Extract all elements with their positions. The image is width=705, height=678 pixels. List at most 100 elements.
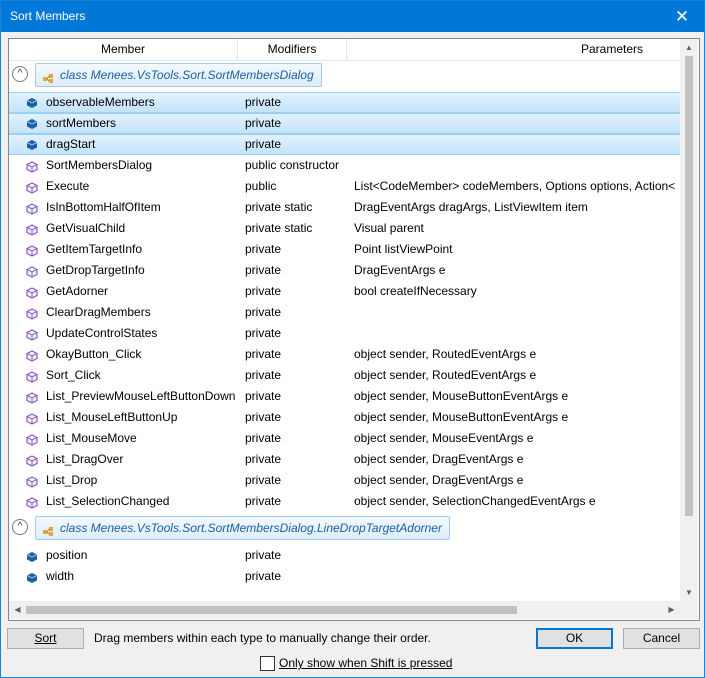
cancel-button[interactable]: Cancel [623, 628, 700, 649]
member-name: sortMembers [46, 116, 117, 130]
members-list[interactable]: Member Modifiers Parameters ^ class Menee… [8, 38, 700, 621]
column-header-modifiers[interactable]: Modifiers [238, 39, 347, 60]
collapse-chevron-icon[interactable]: ^ [12, 519, 28, 535]
member-row[interactable]: observableMembers private [9, 92, 680, 113]
field-icon [26, 549, 38, 562]
member-row[interactable]: List_MouseMove private object sender, Mous… [9, 428, 680, 449]
column-header: Member Modifiers Parameters [9, 39, 680, 61]
member-row[interactable]: position private [9, 545, 680, 566]
member-parameters: Visual parent [354, 221, 424, 235]
shift-only-checkbox-label[interactable]: Only show when Shift is pressed [279, 656, 452, 670]
method-icon [26, 222, 38, 236]
scroll-left-icon[interactable]: ◀ [9, 601, 26, 619]
scrollbar-corner [680, 601, 698, 619]
member-name: Sort_Click [46, 368, 101, 382]
vertical-scroll-thumb[interactable] [685, 56, 693, 516]
member-name: List_Drop [46, 473, 98, 487]
member-row[interactable]: SortMembersDialog public constructor [9, 155, 680, 176]
member-name: observableMembers [46, 95, 155, 109]
member-name: width [46, 569, 75, 583]
member-modifiers: private [245, 473, 282, 487]
window-title: Sort Members [10, 9, 86, 23]
sort-button[interactable]: Sort [7, 628, 84, 649]
member-row[interactable]: width private [9, 566, 680, 587]
close-icon[interactable]: ✕ [660, 1, 704, 32]
member-row[interactable]: sortMembers private [9, 113, 680, 134]
member-name: dragStart [46, 137, 96, 151]
horizontal-scrollbar[interactable]: ◀ ▶ [9, 601, 680, 619]
member-row[interactable]: Execute public List<CodeMember> codeMember… [9, 176, 680, 197]
member-modifiers: private [245, 347, 282, 361]
member-parameters: bool createIfNecessary [354, 284, 477, 298]
member-name: List_MouseLeftButtonUp [46, 410, 178, 424]
method-icon [26, 453, 38, 467]
class-icon [42, 69, 54, 83]
method-icon [26, 390, 38, 404]
member-name: GetDropTargetInfo [46, 263, 145, 277]
member-modifiers: private [245, 389, 282, 403]
member-row[interactable]: List_Drop private object sender, DragEvent… [9, 470, 680, 491]
member-modifiers: private [245, 569, 282, 583]
method-icon [26, 327, 38, 341]
method-icon [26, 159, 38, 173]
member-name: GetVisualChild [46, 221, 126, 235]
class-label: class Menees.VsTools.Sort.SortMembersDia… [35, 516, 450, 540]
member-modifiers: private static [245, 200, 313, 214]
class-group-header[interactable]: ^ class Menees.VsTools.Sort.SortMembersDi… [9, 61, 680, 89]
member-row[interactable]: List_DragOver private object sender, DragE… [9, 449, 680, 470]
method-icon [26, 306, 38, 320]
member-row[interactable]: GetVisualChild private static Visual paren… [9, 218, 680, 239]
member-row[interactable]: IsInBottomHalfOfItem private static DragEv… [9, 197, 680, 218]
scroll-up-icon[interactable]: ▲ [680, 39, 698, 56]
member-row[interactable]: OkayButton_Click private object sender, Ro… [9, 344, 680, 365]
member-modifiers: private [245, 95, 282, 109]
method-icon [26, 180, 38, 194]
member-name: List_SelectionChanged [46, 494, 170, 508]
horizontal-scroll-thumb[interactable] [26, 606, 517, 614]
member-modifiers: private [245, 263, 282, 277]
member-modifiers: private [245, 368, 282, 382]
member-name: OkayButton_Click [46, 347, 142, 361]
member-row[interactable]: UpdateControlStates private [9, 323, 680, 344]
member-modifiers: private static [245, 221, 313, 235]
column-header-member[interactable]: Member [9, 39, 238, 60]
member-row[interactable]: ClearDragMembers private [9, 302, 680, 323]
method-icon [26, 201, 38, 215]
class-group-header[interactable]: ^ class Menees.VsTools.Sort.SortMembersDi… [9, 514, 680, 542]
member-name: Execute [46, 179, 90, 193]
member-row[interactable]: List_MouseLeftButtonUp private object send… [9, 407, 680, 428]
member-row[interactable]: List_PreviewMouseLeftButtonDown private ob… [9, 386, 680, 407]
member-modifiers: private [245, 242, 282, 256]
class-icon [42, 522, 54, 536]
member-parameters: List<CodeMember> codeMembers, Options op… [354, 179, 676, 193]
method-icon [26, 243, 38, 257]
ok-button[interactable]: OK [536, 628, 613, 649]
members-rows: ^ class Menees.VsTools.Sort.SortMembersDi… [9, 61, 680, 601]
method-icon [26, 411, 38, 425]
member-row[interactable]: GetDropTargetInfo private DragEventArgs e [9, 260, 680, 281]
vertical-scrollbar[interactable]: ▲ ▼ [680, 39, 698, 601]
method-icon [26, 348, 38, 362]
member-row[interactable]: Sort_Click private object sender, RoutedEv… [9, 365, 680, 386]
field-icon [26, 117, 38, 129]
member-row[interactable]: GetAdorner private bool createIfNecessary [9, 281, 680, 302]
method-icon [26, 264, 38, 278]
member-modifiers: private [245, 116, 282, 130]
method-icon [26, 369, 38, 383]
title-bar: Sort Members ✕ [1, 1, 704, 32]
member-modifiers: private [245, 494, 282, 508]
class-label-text: class Menees.VsTools.Sort.SortMembersDia… [60, 68, 314, 82]
member-row[interactable]: GetItemTargetInfo private Point listViewPo… [9, 239, 680, 260]
method-icon [26, 432, 38, 446]
member-row[interactable]: List_SelectionChanged private object sende… [9, 491, 680, 512]
member-row[interactable]: dragStart private [9, 134, 680, 155]
collapse-chevron-icon[interactable]: ^ [12, 66, 28, 82]
column-header-parameters[interactable]: Parameters [347, 39, 679, 60]
field-icon [26, 138, 38, 150]
scroll-right-icon[interactable]: ▶ [663, 601, 680, 619]
shift-only-checkbox[interactable] [260, 656, 275, 671]
member-name: ClearDragMembers [46, 305, 151, 319]
scroll-down-icon[interactable]: ▼ [680, 584, 698, 601]
member-modifiers: public [245, 179, 277, 193]
member-name: GetItemTargetInfo [46, 242, 143, 256]
